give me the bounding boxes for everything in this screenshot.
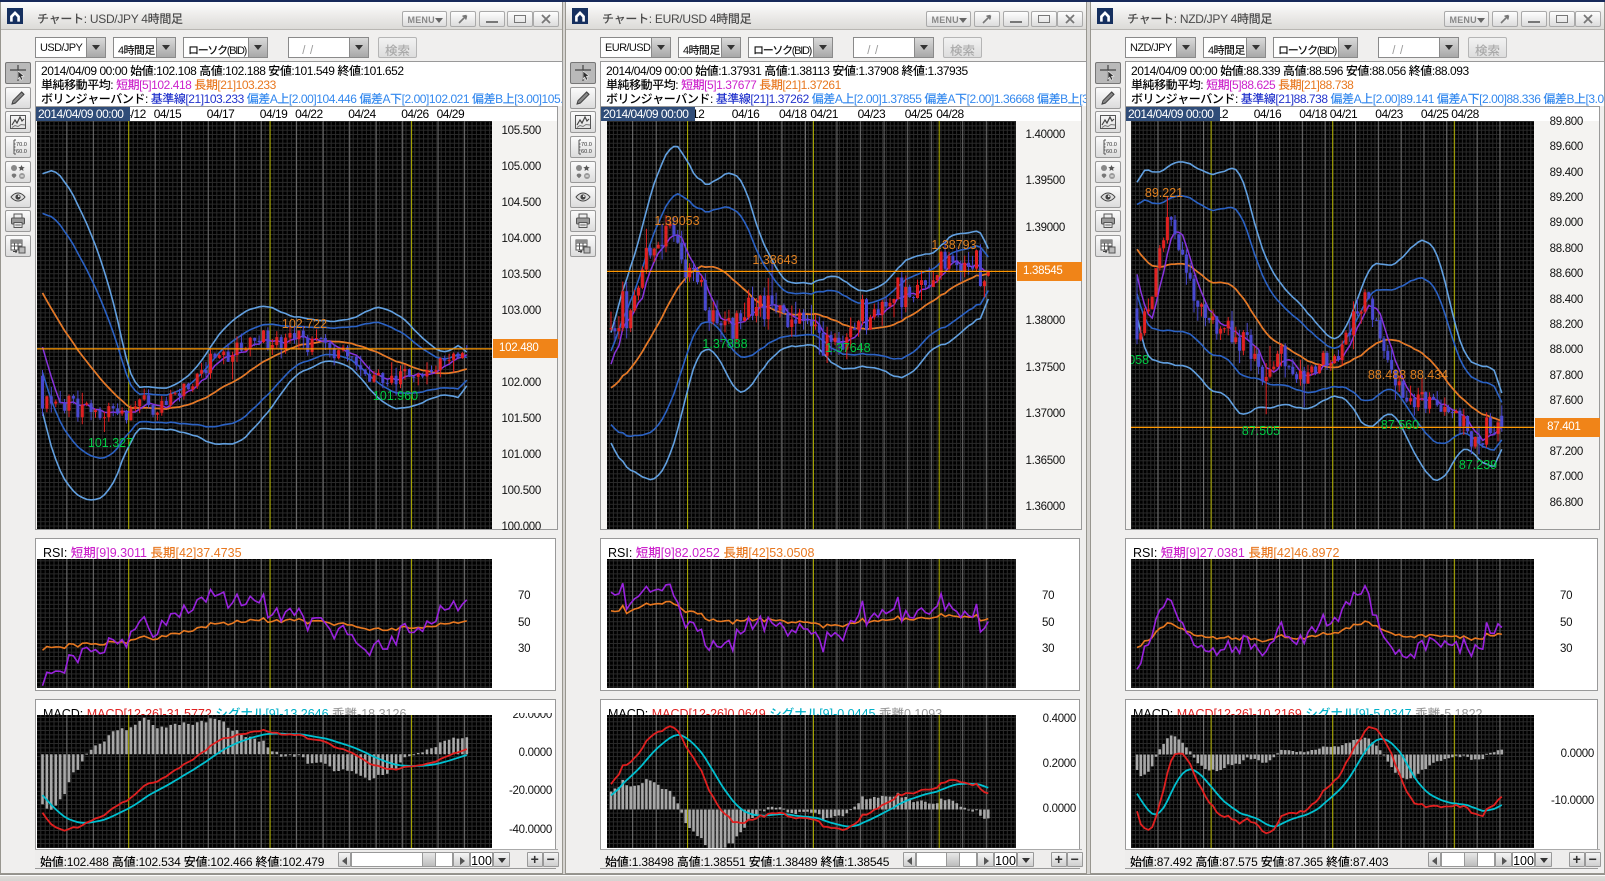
svg-text:89.221: 89.221 xyxy=(1145,186,1183,200)
svg-text:101.960: 101.960 xyxy=(372,389,417,403)
svg-text:60.0: 60.0 xyxy=(1106,149,1117,155)
svg-text:70.0: 70.0 xyxy=(581,142,592,148)
svg-text:102.722: 102.722 xyxy=(281,317,326,331)
svg-text:1.37648: 1.37648 xyxy=(825,341,870,355)
svg-text:1.39053: 1.39053 xyxy=(654,214,699,228)
svg-text:87.505: 87.505 xyxy=(1242,424,1280,438)
svg-text:60.0: 60.0 xyxy=(16,149,27,155)
svg-text:88.434: 88.434 xyxy=(1410,368,1448,382)
svg-text:1.37888: 1.37888 xyxy=(702,337,747,351)
svg-text:87.560: 87.560 xyxy=(1381,418,1419,432)
svg-text:88.488: 88.488 xyxy=(1368,368,1406,382)
svg-text:70.0: 70.0 xyxy=(1106,142,1117,148)
svg-text:1.38793: 1.38793 xyxy=(931,238,976,252)
svg-text:60.0: 60.0 xyxy=(581,149,592,155)
svg-text:101.327: 101.327 xyxy=(87,436,132,450)
svg-text:87.239: 87.239 xyxy=(1459,458,1497,472)
svg-text:88.058: 88.058 xyxy=(1131,353,1149,367)
svg-text:1.38643: 1.38643 xyxy=(752,253,797,267)
svg-text:70.0: 70.0 xyxy=(16,142,27,148)
